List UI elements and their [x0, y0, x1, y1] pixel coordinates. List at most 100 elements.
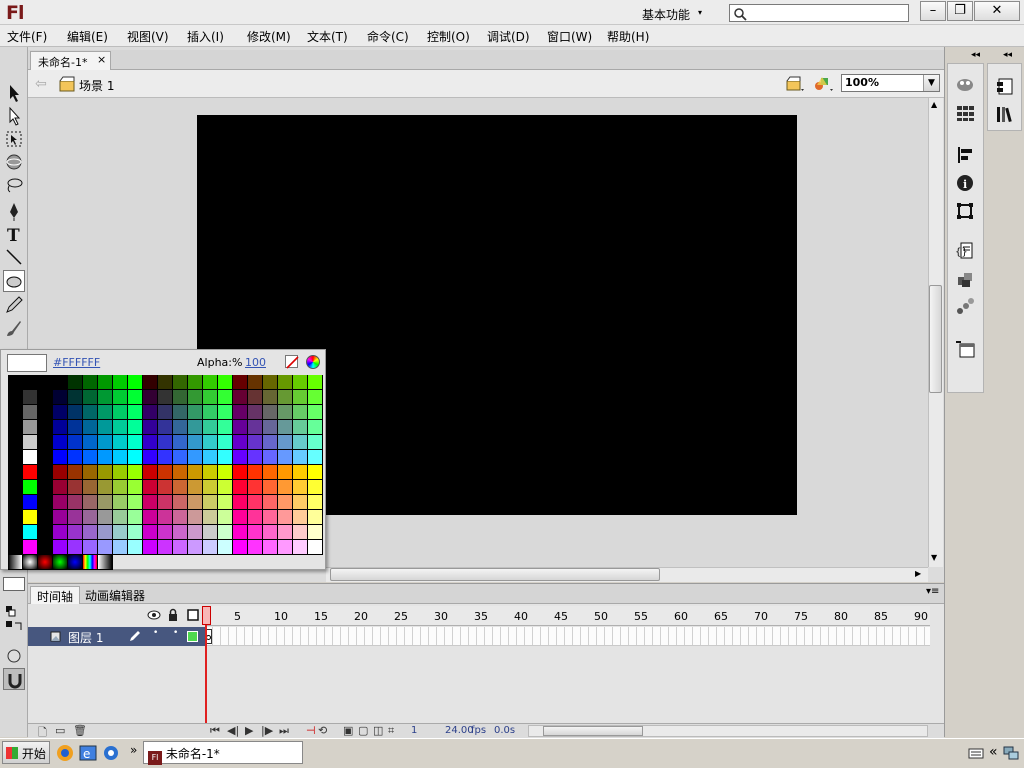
step-forward-icon[interactable]: |▶: [261, 724, 273, 737]
color-swatch[interactable]: [158, 540, 173, 555]
color-swatch[interactable]: [308, 525, 323, 540]
color-swatch[interactable]: [158, 495, 173, 510]
color-swatch[interactable]: [128, 390, 143, 405]
browser-icon[interactable]: e: [79, 744, 97, 762]
restore-button[interactable]: ❐: [947, 1, 973, 21]
default-colors-icon[interactable]: [3, 600, 25, 617]
color-swatch[interactable]: [143, 390, 158, 405]
color-swatch[interactable]: [293, 435, 308, 450]
quicklaunch-chevron[interactable]: »: [130, 743, 137, 757]
color-swatch[interactable]: [218, 375, 233, 390]
new-folder-icon[interactable]: ▭: [55, 724, 65, 737]
color-swatch[interactable]: [113, 495, 128, 510]
color-swatch[interactable]: [263, 405, 278, 420]
color-swatch[interactable]: [188, 450, 203, 465]
color-swatch[interactable]: [218, 450, 233, 465]
color-swatch[interactable]: [278, 510, 293, 525]
color-swatch[interactable]: [143, 450, 158, 465]
zoom-dropdown-icon[interactable]: ▼: [923, 75, 939, 91]
color-swatch[interactable]: [83, 420, 98, 435]
color-swatch[interactable]: [233, 495, 248, 510]
swatches-panel-icon[interactable]: [954, 102, 976, 124]
color-swatch[interactable]: [218, 495, 233, 510]
color-swatch[interactable]: [158, 435, 173, 450]
free-transform-tool-icon[interactable]: [3, 128, 25, 150]
color-swatch[interactable]: [188, 525, 203, 540]
color-swatch[interactable]: [23, 420, 38, 435]
color-swatch[interactable]: [53, 495, 68, 510]
color-swatch[interactable]: [263, 465, 278, 480]
color-swatch[interactable]: [98, 525, 113, 540]
color-swatch[interactable]: [128, 435, 143, 450]
vertical-scroll-thumb[interactable]: [929, 285, 942, 393]
color-swatch[interactable]: [248, 510, 263, 525]
color-swatch[interactable]: [278, 540, 293, 555]
color-swatch[interactable]: [188, 540, 203, 555]
color-swatch[interactable]: [278, 465, 293, 480]
color-swatch[interactable]: [233, 405, 248, 420]
menu-help[interactable]: 帮助(H): [607, 28, 649, 45]
color-swatch[interactable]: [248, 450, 263, 465]
color-swatch[interactable]: [8, 390, 23, 405]
color-swatch[interactable]: [188, 405, 203, 420]
color-swatch[interactable]: [203, 510, 218, 525]
color-swatch[interactable]: [173, 390, 188, 405]
object-drawing-icon[interactable]: [3, 645, 25, 667]
color-swatch[interactable]: [8, 480, 23, 495]
subselection-tool-icon[interactable]: [3, 105, 25, 127]
last-frame-icon[interactable]: ⏭: [279, 724, 289, 738]
color-swatch[interactable]: [278, 495, 293, 510]
color-swatch[interactable]: [113, 435, 128, 450]
color-swatch[interactable]: [68, 450, 83, 465]
color-swatch[interactable]: [308, 465, 323, 480]
color-swatch[interactable]: [173, 465, 188, 480]
color-swatch[interactable]: [83, 390, 98, 405]
color-swatch[interactable]: [248, 525, 263, 540]
color-swatch[interactable]: [53, 405, 68, 420]
color-swatch[interactable]: [68, 525, 83, 540]
color-swatch[interactable]: [188, 435, 203, 450]
color-swatch[interactable]: [8, 405, 23, 420]
color-swatch[interactable]: [68, 405, 83, 420]
edit-scene-icon[interactable]: [785, 75, 805, 93]
color-swatch[interactable]: [8, 525, 23, 540]
color-swatch[interactable]: [113, 525, 128, 540]
chevron-down-icon[interactable]: ▾: [698, 8, 702, 17]
color-swatch[interactable]: [128, 540, 143, 555]
color-swatch[interactable]: [293, 465, 308, 480]
color-swatch[interactable]: [233, 390, 248, 405]
library-panel-icon[interactable]: [994, 103, 1016, 125]
oval-tool-icon[interactable]: [3, 270, 25, 292]
color-swatch[interactable]: [98, 510, 113, 525]
color-swatch[interactable]: [68, 510, 83, 525]
color-swatch[interactable]: [218, 465, 233, 480]
color-swatch[interactable]: [128, 525, 143, 540]
color-swatch[interactable]: [293, 420, 308, 435]
color-swatch[interactable]: [158, 390, 173, 405]
first-frame-icon[interactable]: ⏮: [210, 724, 220, 738]
color-swatch[interactable]: [308, 420, 323, 435]
color-swatch[interactable]: [263, 390, 278, 405]
color-swatch[interactable]: [218, 525, 233, 540]
color-swatch[interactable]: [218, 405, 233, 420]
color-swatch[interactable]: [23, 465, 38, 480]
color-swatch[interactable]: [98, 465, 113, 480]
color-swatch[interactable]: [293, 450, 308, 465]
center-frame-icon[interactable]: ⊣: [306, 724, 316, 737]
gradient-swatch[interactable]: [83, 555, 98, 570]
color-swatch[interactable]: [308, 390, 323, 405]
color-swatch[interactable]: [143, 495, 158, 510]
color-swatch[interactable]: [233, 450, 248, 465]
color-swatch[interactable]: [128, 405, 143, 420]
color-swatch[interactable]: [68, 540, 83, 555]
color-swatch[interactable]: [128, 510, 143, 525]
color-swatch[interactable]: [263, 510, 278, 525]
color-swatch[interactable]: [248, 495, 263, 510]
color-swatch[interactable]: [293, 390, 308, 405]
color-swatch[interactable]: [278, 525, 293, 540]
taskbar-item-flash[interactable]: Fl 未命名-1*: [143, 741, 303, 765]
scroll-down-icon[interactable]: ▼: [931, 553, 937, 562]
step-back-icon[interactable]: ◀|: [227, 724, 239, 737]
color-swatch[interactable]: [203, 450, 218, 465]
color-swatch[interactable]: [143, 405, 158, 420]
